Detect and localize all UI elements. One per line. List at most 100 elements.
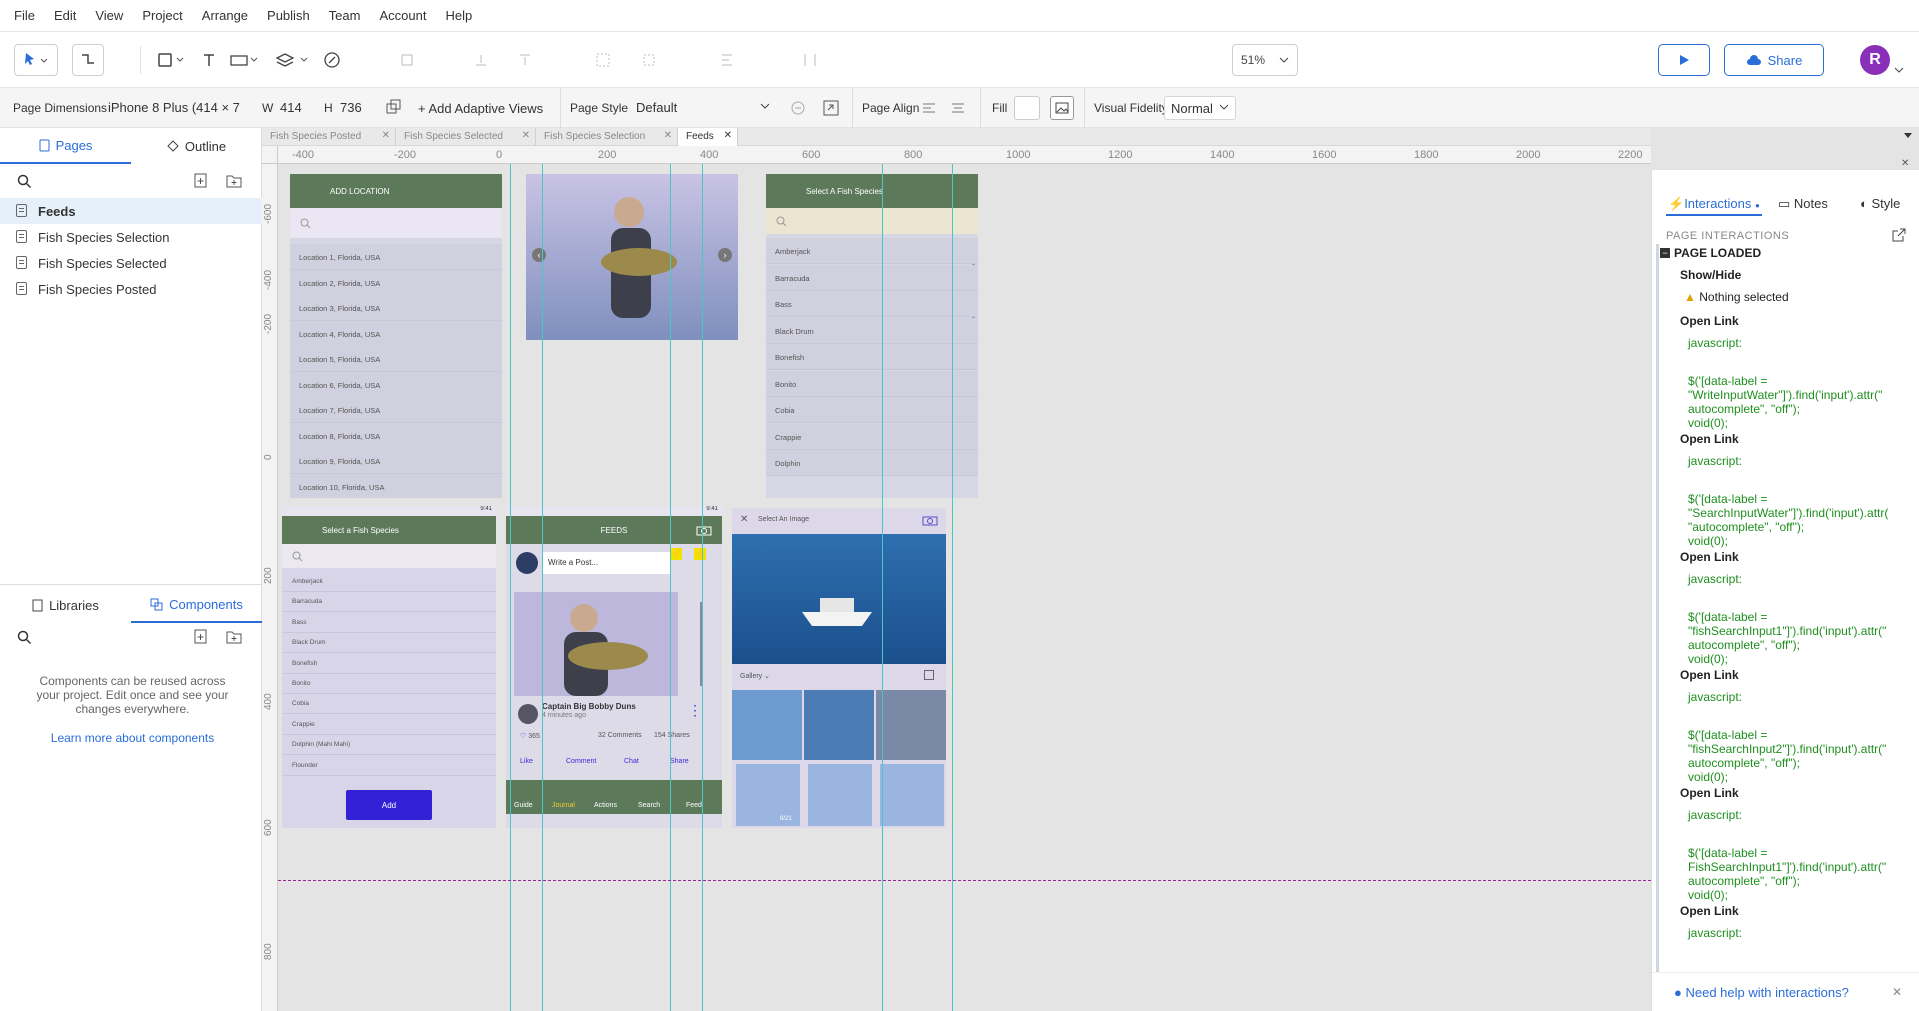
guide-line[interactable] (510, 164, 511, 1011)
list-item[interactable]: Cobia (766, 397, 978, 423)
nav-feed[interactable]: Feed (686, 802, 702, 809)
list-item[interactable]: Location 8, Florida, USA (290, 422, 502, 449)
page-style-select[interactable]: Default (630, 96, 776, 120)
gallery-select[interactable]: Gallery ⌄ (740, 672, 770, 680)
list-item[interactable]: Location 7, Florida, USA (290, 397, 502, 423)
close-icon[interactable]: ✕ (382, 130, 390, 141)
spacing-button[interactable] (798, 44, 834, 76)
preview-button[interactable] (1658, 44, 1710, 76)
width-input[interactable]: 414 (274, 96, 316, 120)
list-item[interactable]: Location 9, Florida, USA (290, 448, 502, 474)
page-loaded-event[interactable]: PAGE LOADED (1674, 246, 1761, 260)
camera-icon[interactable] (922, 514, 938, 526)
nav-guide[interactable]: Guide (514, 802, 533, 809)
menu-file[interactable]: File (14, 8, 35, 23)
location-search-input[interactable] (290, 208, 502, 238)
write-post-input[interactable]: Write a Post... (542, 552, 670, 574)
comment-button[interactable]: Comment (566, 758, 596, 765)
page-item-fish-species-posted[interactable]: Fish Species Posted (0, 276, 262, 302)
menu-publish[interactable]: Publish (267, 8, 310, 23)
list-item[interactable]: Cobia (282, 694, 496, 715)
crop-icon-button[interactable] (394, 44, 420, 76)
lightning-icon[interactable]: ⚡ (694, 548, 706, 560)
search-icon[interactable] (17, 174, 32, 189)
list-item[interactable]: Location 3, Florida, USA (290, 295, 502, 321)
chevron-left-icon[interactable]: ‹ (532, 248, 546, 262)
menu-edit[interactable]: Edit (54, 8, 76, 23)
list-item[interactable]: Location 1, Florida, USA (290, 244, 502, 270)
ungroup-button[interactable] (636, 44, 662, 76)
user-avatar[interactable]: R (1860, 45, 1890, 75)
guide-line[interactable] (542, 164, 543, 1011)
camera-icon[interactable] (696, 524, 712, 536)
align-center-icon[interactable] (950, 102, 966, 114)
page-style-apply-icon[interactable] (822, 99, 840, 117)
external-link-icon[interactable] (1892, 228, 1906, 242)
nav-journal[interactable]: Journal (552, 802, 575, 809)
nav-search[interactable]: Search (638, 802, 660, 809)
list-item[interactable]: Location 6, Florida, USA (290, 371, 502, 398)
open-link-action[interactable]: Open Link (1680, 668, 1739, 682)
chevron-right-icon[interactable]: › (718, 248, 732, 262)
doc-tab-feeds[interactable]: Feeds ✕ (678, 128, 738, 146)
page-item-fish-species-selection[interactable]: Fish Species Selection (0, 224, 262, 250)
chat-button[interactable]: Chat (624, 758, 639, 765)
javascript-code[interactable]: $('[data-label = "fishSearchInput1"]').f… (1688, 610, 1886, 666)
frame-feeds[interactable]: 9:41 FEEDS Write a Post... ⚡ ⚡ Captain B… (506, 506, 722, 828)
image-placeholder[interactable] (808, 764, 872, 826)
list-item[interactable]: Location 2, Florida, USA (290, 269, 502, 296)
list-item[interactable]: Bonito (766, 370, 978, 397)
javascript-code[interactable]: $('[data-label = "WriteInputWater"]').fi… (1688, 374, 1882, 430)
list-item[interactable]: Dolphin (766, 450, 978, 476)
list-item[interactable]: Bonito (282, 674, 496, 694)
list-item[interactable]: Location 5, Florida, USA (290, 346, 502, 372)
list-item[interactable]: Location 4, Florida, USA (290, 320, 502, 347)
share-post-button[interactable]: Share (670, 758, 689, 765)
collapse-icon[interactable]: − (1660, 248, 1670, 258)
open-link-action[interactable]: Open Link (1680, 432, 1739, 446)
list-item[interactable]: Bass (766, 291, 978, 317)
add-component-folder-icon[interactable] (226, 630, 242, 644)
guide-line[interactable] (702, 164, 703, 1011)
menu-account[interactable]: Account (379, 8, 426, 23)
frame-select-species-top[interactable]: Select A Fish Species Amberjack Barracuda… (766, 174, 978, 498)
tab-style[interactable]: ◐ Style (1860, 196, 1900, 211)
lightning-icon[interactable]: ⚡ (670, 548, 682, 560)
javascript-code[interactable]: $('[data-label = "SearchInputWater"]').f… (1688, 492, 1888, 548)
menu-arrange[interactable]: Arrange (202, 8, 248, 23)
hotspot-tool-button[interactable] (226, 44, 266, 76)
menu-project[interactable]: Project (142, 8, 182, 23)
like-button[interactable]: Like (520, 758, 533, 765)
add-adaptive-views-button[interactable]: + Add Adaptive Views (418, 101, 543, 116)
guide-line[interactable] (882, 164, 883, 1011)
avatar-chevron-icon[interactable] (1894, 66, 1904, 74)
list-item[interactable]: Barracuda (766, 264, 978, 291)
tab-pages[interactable]: Pages (0, 128, 131, 164)
frame-select-image[interactable]: ✕ Select An Image Gallery ⌄ 8/21 (732, 508, 946, 828)
gallery-thumb[interactable] (876, 690, 946, 760)
close-icon[interactable]: ✕ (724, 130, 732, 141)
tab-components[interactable]: Components (131, 587, 262, 623)
frame-select-species-bottom[interactable]: 9:41 Select a Fish Species Add Amberjack… (282, 506, 496, 828)
species-search-input[interactable] (766, 208, 978, 234)
page-item-feeds[interactable]: Feeds (0, 198, 262, 224)
open-link-action[interactable]: Open Link (1680, 550, 1739, 564)
visual-fidelity-select[interactable]: Normal (1164, 96, 1236, 120)
select-tool-button[interactable] (14, 44, 58, 76)
multi-select-icon[interactable] (924, 670, 934, 680)
layers-tool-button[interactable] (272, 44, 314, 76)
guide-line[interactable] (952, 164, 953, 1011)
close-icon[interactable]: ✕ (664, 130, 672, 141)
page-dimensions-select[interactable]: iPhone 8 Plus (414 × 7 (102, 96, 250, 120)
frame-fish-photo[interactable]: ‹ › (526, 174, 738, 340)
components-search-icon[interactable] (17, 630, 32, 645)
rectangle-tool-button[interactable] (152, 44, 192, 76)
nav-actions[interactable]: Actions (594, 802, 617, 809)
doc-tab-fish-species-selected[interactable]: Fish Species Selected ✕ (396, 128, 536, 146)
learn-components-link[interactable]: Learn more about components (30, 731, 235, 745)
list-item[interactable]: Black Drum (766, 317, 978, 344)
close-icon[interactable]: ✕ (522, 130, 530, 141)
javascript-code[interactable]: $('[data-label = "fishSearchInput2"]').f… (1688, 728, 1886, 784)
help-link[interactable]: ● Need help with interactions? (1674, 985, 1849, 1000)
close-icon[interactable]: ✕ (1892, 985, 1902, 999)
